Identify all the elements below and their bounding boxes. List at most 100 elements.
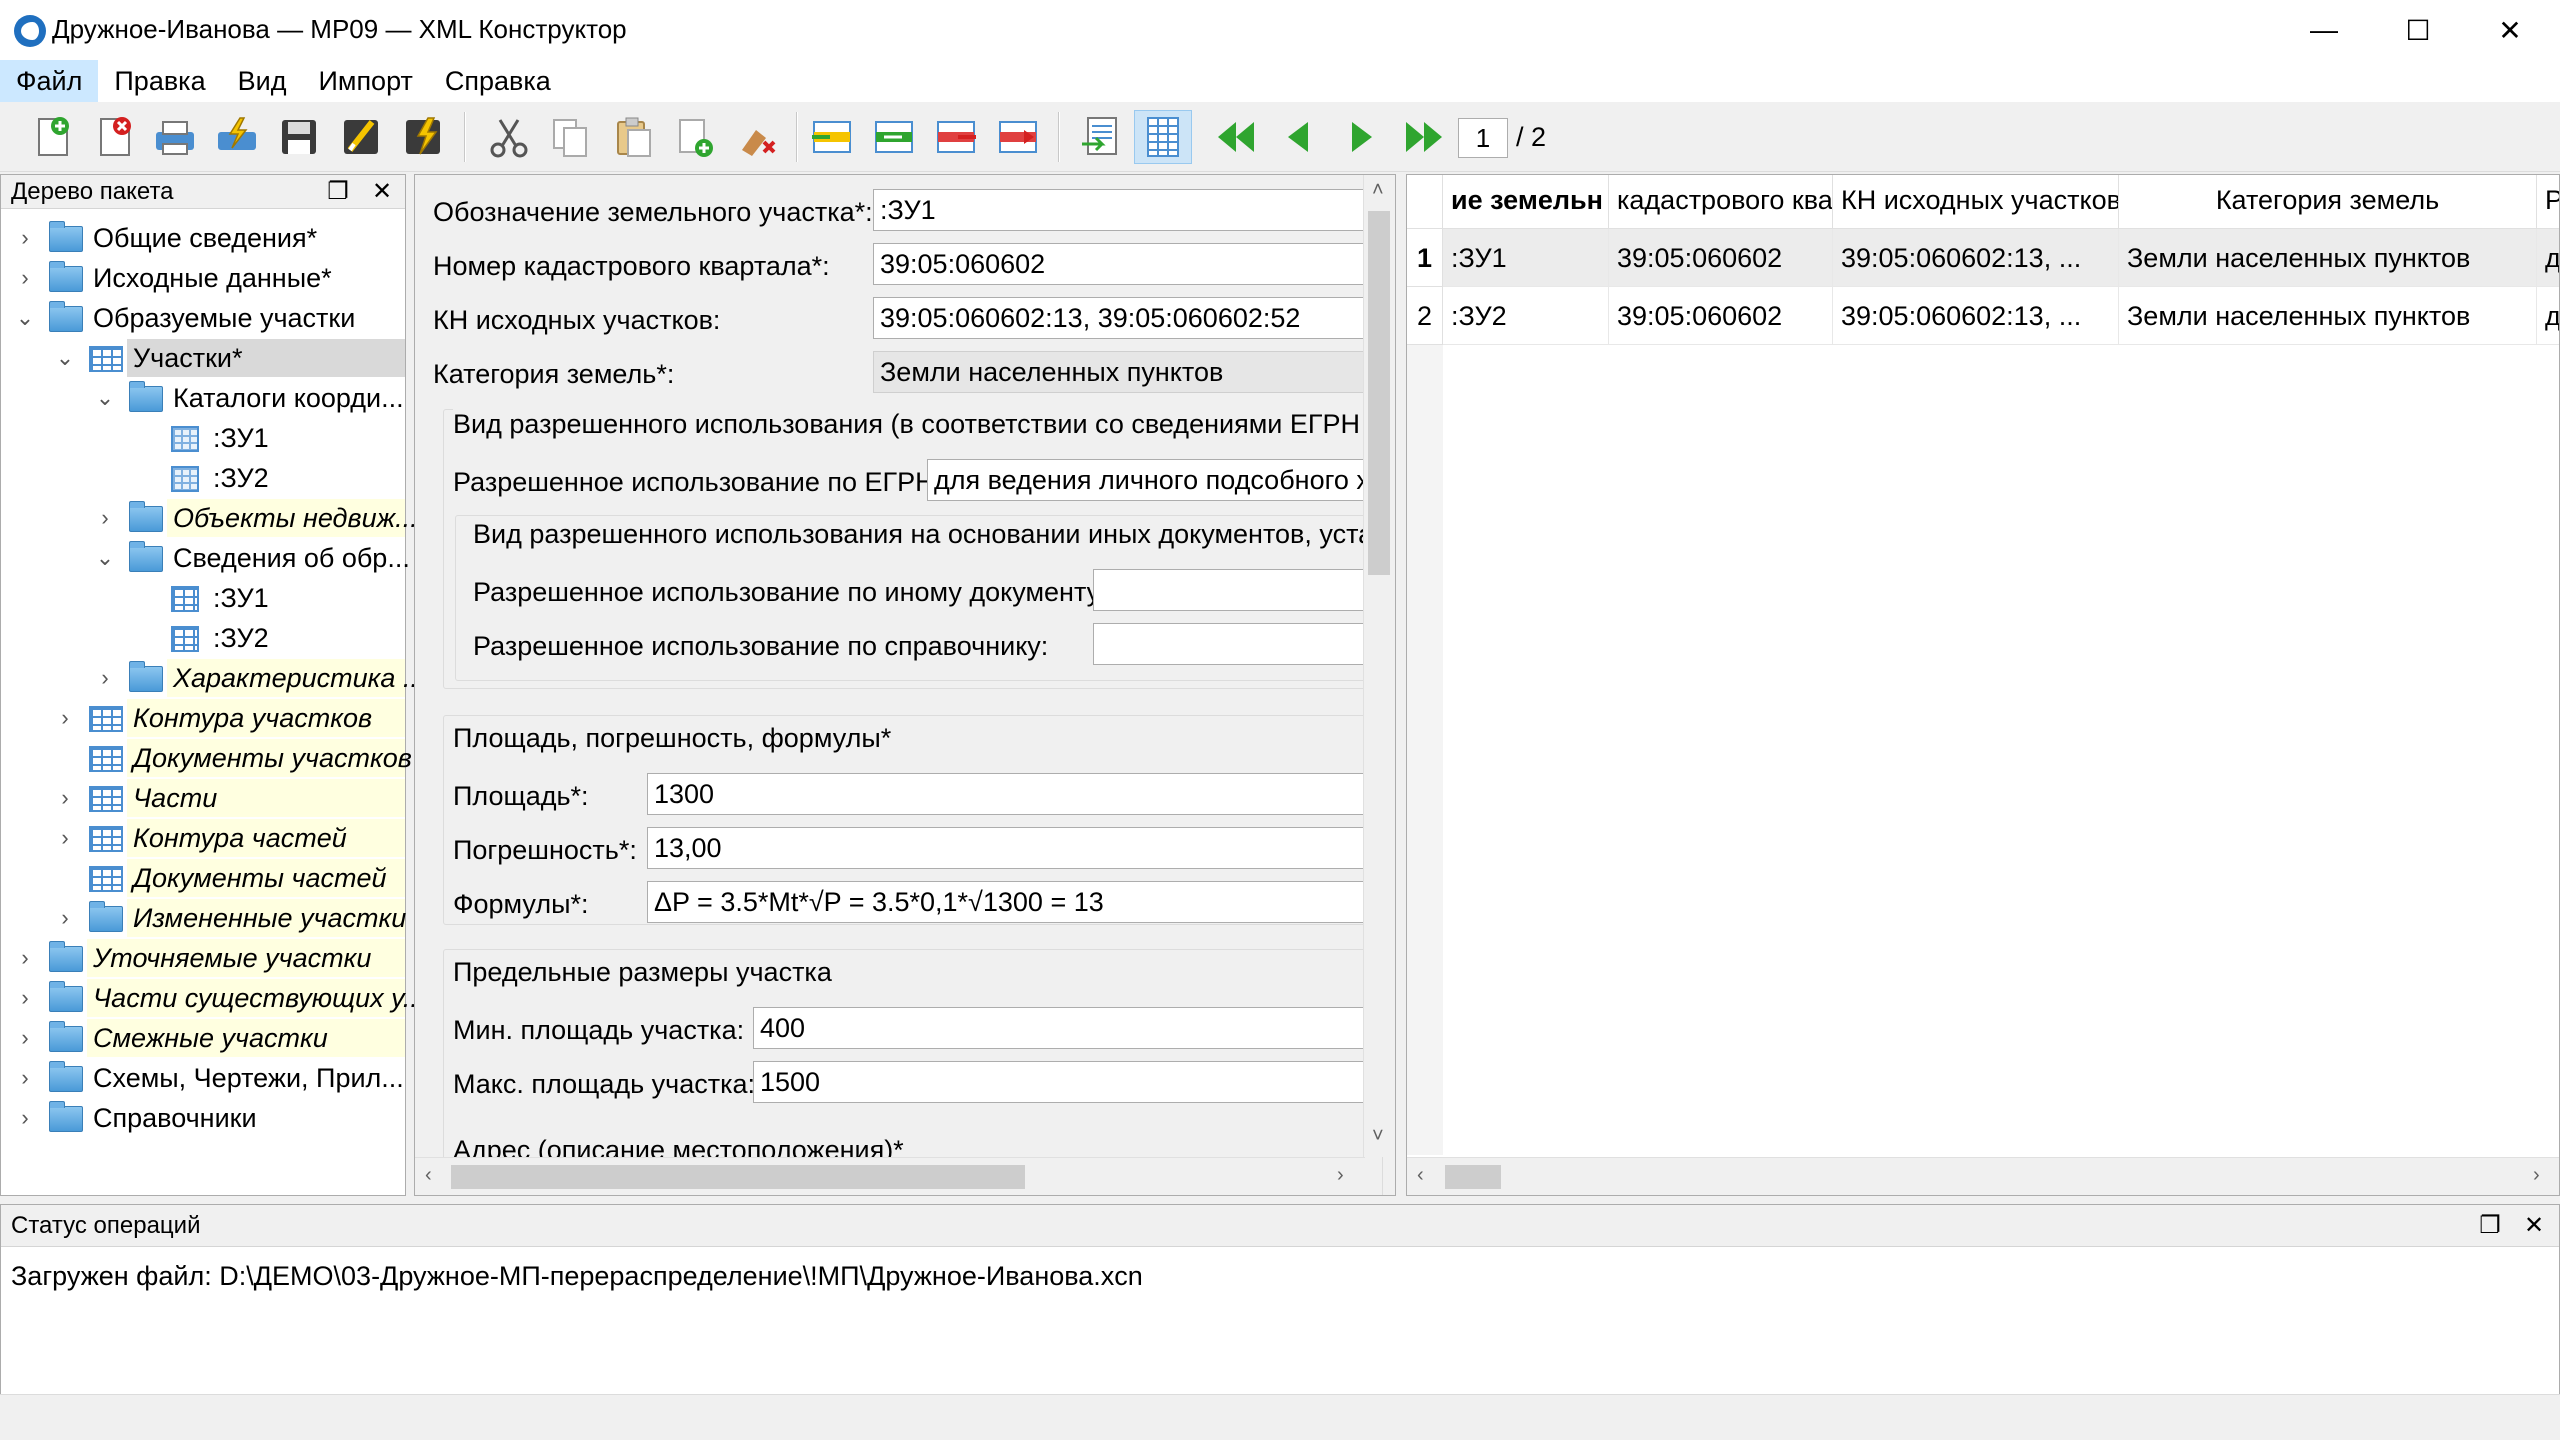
column-header[interactable]: Р bbox=[2537, 175, 2559, 229]
form-horizontal-scroll-thumb[interactable] bbox=[451, 1165, 1025, 1189]
chevron-down-icon[interactable]: ⌄ bbox=[93, 539, 117, 577]
menu-file[interactable]: Файл bbox=[0, 60, 99, 102]
chevron-right-icon[interactable]: › bbox=[13, 939, 37, 977]
clear-button[interactable] bbox=[728, 110, 786, 164]
chevron-right-icon[interactable]: › bbox=[13, 259, 37, 297]
table-cell[interactable]: :ЗУ2 bbox=[1443, 287, 1609, 345]
tree-item[interactable]: :ЗУ2 bbox=[1, 459, 405, 497]
first-record-button[interactable] bbox=[1208, 110, 1266, 164]
table-horizontal-scrollbar[interactable]: ‹ › bbox=[1407, 1157, 2559, 1195]
table-cell[interactable]: 39:05:060602 bbox=[1609, 229, 1833, 287]
category-select[interactable]: Земли населенных пунктов bbox=[873, 351, 1365, 393]
formula-input[interactable]: ΔP = 3.5*Mt*√P = 3.5*0,1*√1300 = 13 bbox=[647, 881, 1365, 923]
table-cell[interactable]: д bbox=[2537, 287, 2559, 345]
scroll-left-icon[interactable]: ‹ bbox=[1417, 1164, 1424, 1187]
table-horizontal-scroll-thumb[interactable] bbox=[1445, 1165, 1501, 1189]
new-document-button[interactable] bbox=[24, 110, 82, 164]
other-doc-input[interactable] bbox=[1093, 569, 1365, 611]
min-area-input[interactable]: 400 bbox=[753, 1007, 1365, 1049]
scroll-right-icon[interactable]: › bbox=[1337, 1164, 1344, 1187]
move-row-button[interactable] bbox=[988, 110, 1046, 164]
chevron-right-icon[interactable]: › bbox=[13, 219, 37, 257]
column-header[interactable]: ие земельн bbox=[1443, 175, 1609, 229]
tree-item[interactable]: › Схемы, Чертежи, Прил... bbox=[1, 1059, 405, 1097]
table-cell[interactable]: 39:05:060602 bbox=[1609, 287, 1833, 345]
error-input[interactable]: 13,00 bbox=[647, 827, 1365, 869]
form-horizontal-scrollbar[interactable]: ‹ › bbox=[415, 1157, 1365, 1195]
chevron-right-icon[interactable]: › bbox=[13, 1059, 37, 1097]
chevron-right-icon[interactable]: › bbox=[13, 1099, 37, 1137]
table-cell[interactable]: 39:05:060602:13, ... bbox=[1833, 287, 2119, 345]
menu-import[interactable]: Импорт bbox=[302, 60, 428, 102]
chevron-right-icon[interactable]: › bbox=[93, 499, 117, 537]
tree-item[interactable]: › Исходные данные* bbox=[1, 259, 405, 297]
chevron-right-icon[interactable]: › bbox=[13, 1019, 37, 1057]
tree-item[interactable]: :ЗУ1 bbox=[1, 419, 405, 457]
tree-item[interactable]: Документы участков bbox=[1, 739, 412, 777]
scroll-left-icon[interactable]: ‹ bbox=[425, 1164, 432, 1187]
menu-view[interactable]: Вид bbox=[222, 60, 303, 102]
column-header[interactable]: КН исходных участков bbox=[1833, 175, 2119, 229]
minimize-button[interactable]: — bbox=[2278, 0, 2370, 60]
table-cell[interactable]: д bbox=[2537, 229, 2559, 287]
scroll-up-icon[interactable]: ˄ bbox=[1372, 179, 1384, 202]
print-button[interactable] bbox=[146, 110, 204, 164]
chevron-down-icon[interactable]: ⌄ bbox=[13, 299, 37, 337]
float-panel-icon[interactable]: ❐ bbox=[323, 177, 353, 207]
tree-item[interactable]: ⌄ Каталоги коорди... bbox=[1, 379, 405, 417]
close-panel-icon[interactable]: ✕ bbox=[367, 177, 397, 207]
page-number-input[interactable]: 1 bbox=[1458, 118, 1508, 158]
tree-item[interactable]: :ЗУ1 bbox=[1, 579, 405, 617]
chevron-right-icon[interactable]: › bbox=[53, 779, 77, 817]
form-vertical-scroll-thumb[interactable] bbox=[1368, 211, 1390, 575]
tree-item[interactable]: › Контура участков bbox=[1, 699, 405, 737]
previous-record-button[interactable] bbox=[1270, 110, 1328, 164]
row-header[interactable]: 2 bbox=[1407, 287, 1443, 345]
scroll-down-icon[interactable]: ˅ bbox=[1372, 1125, 1384, 1148]
tree-item[interactable]: › Контура частей bbox=[1, 819, 405, 857]
tree-item[interactable]: › Части bbox=[1, 779, 405, 817]
chevron-right-icon[interactable]: › bbox=[93, 659, 117, 697]
tree-item[interactable]: Документы частей bbox=[1, 859, 405, 897]
insert-column-button[interactable] bbox=[864, 110, 922, 164]
tree-item[interactable]: :ЗУ2 bbox=[1, 619, 405, 657]
copy-button[interactable] bbox=[542, 110, 600, 164]
chevron-right-icon[interactable]: › bbox=[53, 899, 77, 937]
tree-item-selected[interactable]: ⌄ Участки* bbox=[1, 339, 405, 377]
egrn-use-input[interactable]: для ведения личного подсобного хо bbox=[927, 459, 1365, 501]
max-area-input[interactable]: 1500 bbox=[753, 1061, 1365, 1103]
table-cell[interactable]: :ЗУ1 bbox=[1443, 229, 1609, 287]
chevron-right-icon[interactable]: › bbox=[13, 979, 37, 1017]
area-input[interactable]: 1300 bbox=[647, 773, 1365, 815]
table-cell[interactable]: Земли населенных пунктов bbox=[2119, 287, 2537, 345]
column-header[interactable]: Категория земель bbox=[2119, 175, 2537, 229]
menu-help[interactable]: Справка bbox=[429, 60, 567, 102]
delete-document-button[interactable] bbox=[86, 110, 144, 164]
menu-edit[interactable]: Правка bbox=[98, 60, 221, 102]
maximize-button[interactable]: ☐ bbox=[2372, 0, 2464, 60]
cut-button[interactable] bbox=[480, 110, 538, 164]
tree-item[interactable]: › Измененные участки bbox=[1, 899, 406, 937]
designation-input[interactable]: :ЗУ1 bbox=[873, 189, 1365, 231]
last-record-button[interactable] bbox=[1394, 110, 1452, 164]
reference-input[interactable] bbox=[1093, 623, 1365, 665]
form-view-button[interactable] bbox=[1072, 110, 1130, 164]
float-panel-icon[interactable]: ❐ bbox=[2475, 1211, 2505, 1241]
delete-row-button[interactable] bbox=[926, 110, 984, 164]
quarter-input[interactable]: 39:05:060602 bbox=[873, 243, 1365, 285]
paste-special-button[interactable] bbox=[666, 110, 724, 164]
table-view-button[interactable] bbox=[1134, 110, 1192, 164]
tree-item[interactable]: › Общие сведения* bbox=[1, 219, 405, 257]
tree-item[interactable]: › Части существующих у... bbox=[1, 979, 425, 1017]
scroll-right-icon[interactable]: › bbox=[2533, 1164, 2540, 1187]
tree-item[interactable]: › Объекты недвиж... bbox=[1, 499, 418, 537]
validate-button[interactable] bbox=[332, 110, 390, 164]
column-header[interactable]: кадастрового ква bbox=[1609, 175, 1833, 229]
tree-item[interactable]: › Уточняемые участки bbox=[1, 939, 405, 977]
chevron-down-icon[interactable]: ⌄ bbox=[93, 379, 117, 417]
tree-item[interactable]: › Смежные участки bbox=[1, 1019, 405, 1057]
tree-item[interactable]: ⌄ Образуемые участки bbox=[1, 299, 405, 337]
insert-row-button[interactable] bbox=[802, 110, 860, 164]
next-record-button[interactable] bbox=[1332, 110, 1390, 164]
source-kn-input[interactable]: 39:05:060602:13, 39:05:060602:52 bbox=[873, 297, 1365, 339]
